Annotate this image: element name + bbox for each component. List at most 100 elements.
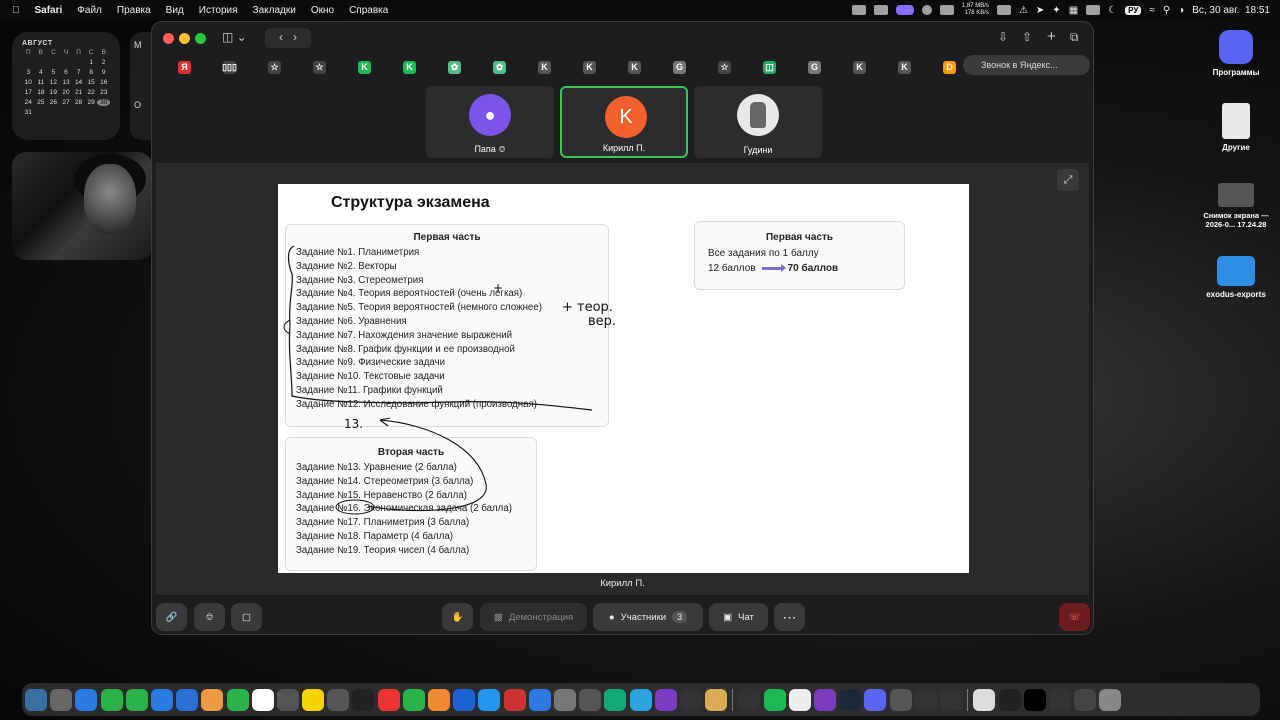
calendar-widget[interactable]: АВГУСТ П В С Ч П С В 1 2 3 4 5 6 7 8 9 10 11 12 13 14 15 16 17 1… (12, 32, 120, 140)
back-forward-buttons[interactable]: ‹ › (265, 28, 311, 48)
dock-app-icon[interactable] (579, 688, 602, 711)
bookmark-icon[interactable]: D (943, 60, 956, 74)
status-icon[interactable] (851, 5, 866, 15)
calendar-day[interactable]: 13 (60, 79, 73, 86)
sparkle-icon[interactable]: ✦ (1052, 5, 1060, 16)
moon-icon[interactable]: ☾ (1108, 5, 1117, 16)
calendar-day[interactable]: 3 (22, 69, 35, 76)
tab-overview-icon[interactable]: ⧉ (1070, 30, 1079, 45)
calendar-day[interactable]: 14 (72, 79, 85, 86)
dock-app-icon[interactable] (1074, 688, 1097, 711)
bookmark-icon[interactable]: K (403, 60, 416, 74)
sidebar-toggle-icon[interactable]: ◫ ⌄ (222, 30, 247, 44)
desktop-icon-programs[interactable]: Программы (1196, 30, 1276, 77)
photo-widget[interactable] (12, 152, 152, 260)
calendar-day[interactable] (35, 59, 48, 66)
microphone-button[interactable]: ⎊ (194, 603, 225, 631)
search-icon[interactable]: ⚲ (1163, 5, 1170, 16)
calendar-day[interactable]: 12 (47, 79, 60, 86)
dock-app-icon[interactable] (1023, 688, 1046, 711)
calendar-day[interactable] (60, 109, 73, 116)
status-icon[interactable] (921, 5, 932, 15)
bookmark-icon[interactable]: G (673, 60, 686, 74)
bookmark-icon[interactable]: K (898, 60, 911, 74)
chat-button[interactable]: ▣ Чат (709, 603, 768, 631)
calendar-day[interactable]: 28 (72, 99, 85, 106)
dock-app-icon[interactable] (50, 688, 73, 711)
dock-app-icon[interactable] (276, 688, 299, 711)
calendar-day[interactable]: 1 (85, 59, 98, 66)
calendar-day[interactable]: 21 (72, 89, 85, 96)
bookmark-icon[interactable]: ☆ (718, 60, 731, 74)
dock-app-icon[interactable] (100, 688, 123, 711)
dock-app-icon[interactable] (629, 688, 652, 711)
dock-app-icon[interactable] (973, 688, 996, 711)
desktop-icon-folder[interactable]: exodus-exports (1196, 256, 1276, 299)
participant-tile[interactable]: Гудини (694, 86, 822, 158)
dock-app-icon[interactable] (553, 688, 576, 711)
dock-app-icon[interactable] (176, 688, 199, 711)
bookmark-icon[interactable]: G (808, 60, 821, 74)
calendar-day[interactable] (72, 109, 85, 116)
dock-app-icon[interactable] (478, 688, 501, 711)
calendar-day[interactable]: 6 (60, 69, 73, 76)
copy-link-button[interactable]: 🔗 (156, 603, 187, 631)
raise-hand-button[interactable]: ✋ (442, 603, 473, 631)
close-window-button[interactable] (163, 33, 174, 44)
calendar-day[interactable] (85, 109, 98, 116)
dock-app-icon[interactable] (251, 688, 274, 711)
calendar-day[interactable]: 5 (47, 69, 60, 76)
dock-app-icon[interactable] (150, 688, 173, 711)
dock-app-icon[interactable] (738, 688, 761, 711)
menu-window[interactable]: Окно (311, 5, 334, 16)
dock-app-icon[interactable] (302, 688, 325, 711)
menu-edit[interactable]: Правка (117, 5, 151, 16)
calendar-day[interactable]: 22 (85, 89, 98, 96)
end-call-button[interactable]: ☏ (1059, 603, 1090, 631)
calendar-day[interactable]: 17 (22, 89, 35, 96)
grid-icon[interactable]: ▦ (1069, 5, 1078, 16)
desktop-icon-other[interactable]: Другие (1196, 103, 1276, 152)
calendar-day[interactable]: 16 (97, 79, 110, 86)
calendar-day[interactable]: 7 (72, 69, 85, 76)
calendar-day[interactable]: 4 (35, 69, 48, 76)
calendar-day[interactable] (60, 59, 73, 66)
calendar-day[interactable]: 18 (35, 89, 48, 96)
dock-app-icon[interactable] (1048, 688, 1071, 711)
new-tab-icon[interactable]: + (1047, 28, 1056, 45)
bookmark-icon[interactable]: K (628, 60, 641, 74)
dock-app-icon[interactable] (377, 688, 400, 711)
share-icon[interactable]: ⇧ (1022, 30, 1032, 44)
dock-app-icon[interactable] (604, 688, 627, 711)
calendar-day[interactable] (22, 59, 35, 66)
calendar-day[interactable]: 27 (60, 99, 73, 106)
calendar-day[interactable]: 10 (22, 79, 35, 86)
dock-app-icon[interactable] (402, 688, 425, 711)
calendar-day[interactable]: 11 (35, 79, 48, 86)
calendar-day[interactable] (72, 59, 85, 66)
dock-app-icon[interactable] (75, 688, 98, 711)
warning-icon[interactable]: ⚠ (1019, 5, 1028, 16)
dock-app-icon[interactable] (1099, 688, 1122, 711)
bookmark-icon[interactable]: ▯▯▯ (222, 60, 237, 74)
calendar-day[interactable] (47, 59, 60, 66)
status-icon[interactable] (873, 5, 888, 15)
bookmark-icon[interactable]: K (853, 60, 866, 74)
calendar-day[interactable]: 2 (97, 59, 110, 66)
menu-bookmarks[interactable]: Закладки (253, 5, 296, 16)
dock-app-icon[interactable] (528, 688, 551, 711)
calendar-day[interactable]: 8 (85, 69, 98, 76)
calendar-day[interactable]: 15 (85, 79, 98, 86)
bookmark-icon[interactable]: ✿ (448, 60, 461, 74)
menu-app-name[interactable]: Safari (35, 5, 63, 16)
bookmark-icon[interactable]: ☆ (313, 60, 326, 74)
dock-app-icon[interactable] (914, 688, 937, 711)
screen-share-status-icon[interactable] (895, 5, 914, 15)
apple-icon[interactable]:  (12, 5, 20, 16)
bookmark-icon[interactable]: ✿ (493, 60, 506, 74)
dock-app-icon[interactable] (998, 688, 1021, 711)
menu-view[interactable]: Вид (166, 5, 184, 16)
dock-app-icon[interactable] (939, 688, 962, 711)
menu-help[interactable]: Справка (349, 5, 388, 16)
calendar-day[interactable]: 9 (97, 69, 110, 76)
